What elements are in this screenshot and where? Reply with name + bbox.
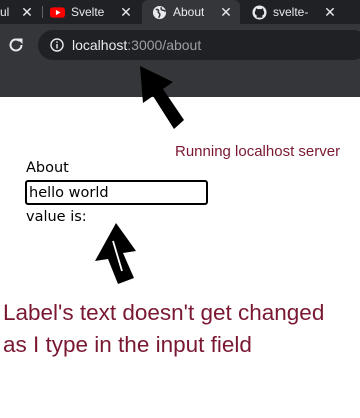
arrow-to-label-icon — [95, 223, 136, 284]
